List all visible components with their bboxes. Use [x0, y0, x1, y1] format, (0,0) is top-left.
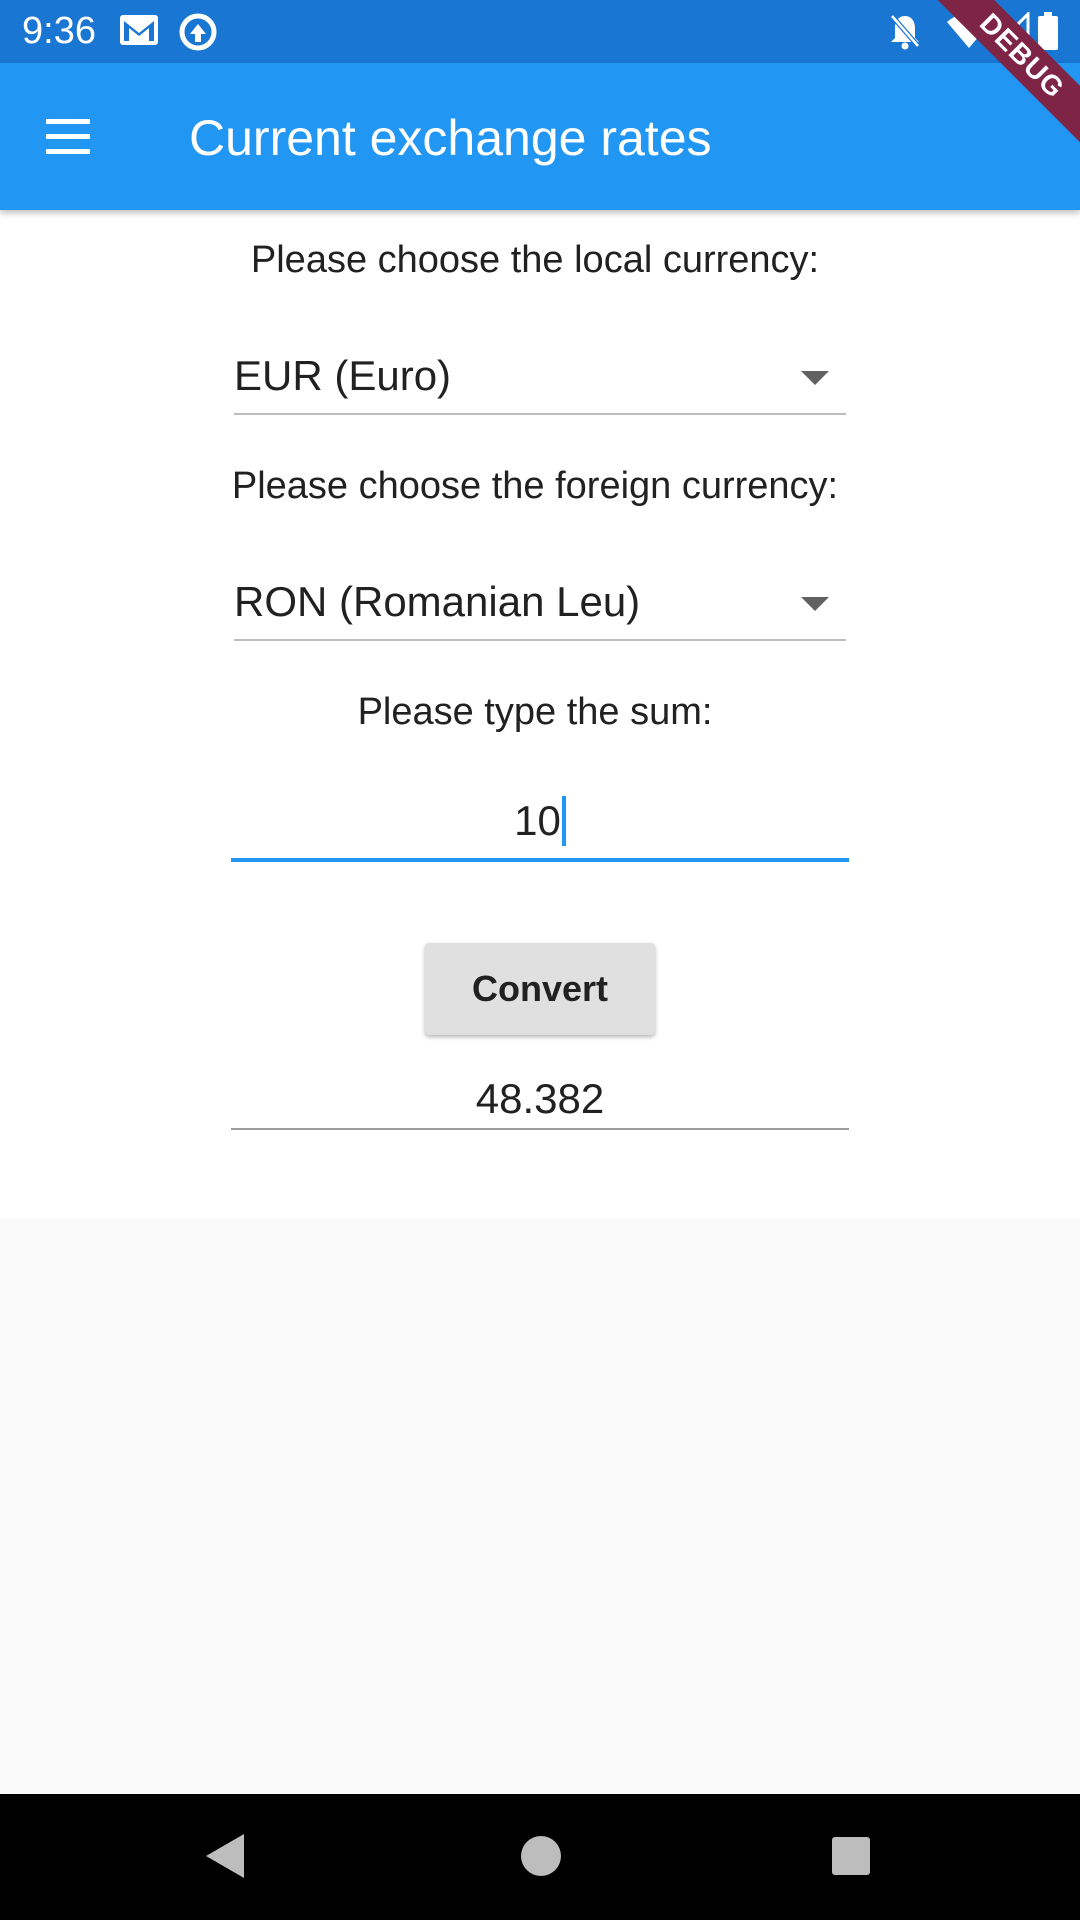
result-field: 48.382	[231, 1074, 849, 1130]
sum-input[interactable]: 10	[231, 770, 849, 862]
local-currency-value: EUR (Euro)	[234, 352, 452, 399]
sum-label: Please type the sum:	[357, 691, 713, 733]
back-icon[interactable]	[206, 1834, 244, 1878]
sum-input-value: 10	[514, 797, 561, 844]
local-currency-label: Please choose the local currency:	[250, 239, 820, 281]
home-icon[interactable]	[521, 1836, 561, 1876]
sync-icon	[179, 13, 217, 51]
notifications-off-icon	[890, 14, 920, 50]
foreign-currency-value: RON (Romanian Leu)	[234, 578, 641, 625]
foreign-currency-label: Please choose the foreign currency:	[231, 465, 839, 507]
recents-icon[interactable]	[832, 1837, 870, 1875]
converter-form: Please choose the local currency: EUR (E…	[0, 210, 1080, 1218]
dropdown-arrow-icon	[801, 371, 829, 385]
text-cursor	[561, 796, 566, 846]
status-time: 9:36	[22, 10, 96, 52]
system-navigation-bar	[0, 1794, 1080, 1920]
wifi-icon	[947, 13, 991, 48]
result-value: 48.382	[475, 1075, 605, 1122]
menu-icon[interactable]	[40, 115, 96, 159]
signal-icon	[994, 12, 1030, 48]
app-bar: Current exchange rates	[0, 63, 1080, 210]
page-title: Current exchange rates	[189, 110, 712, 166]
local-currency-dropdown[interactable]: EUR (Euro)	[234, 333, 846, 415]
gmail-icon	[120, 15, 158, 45]
status-bar: 9:36	[0, 0, 1080, 63]
foreign-currency-dropdown[interactable]: RON (Romanian Leu)	[234, 559, 846, 641]
dropdown-arrow-icon	[801, 597, 829, 611]
convert-button[interactable]: Convert	[425, 943, 655, 1035]
battery-icon	[1038, 12, 1058, 50]
